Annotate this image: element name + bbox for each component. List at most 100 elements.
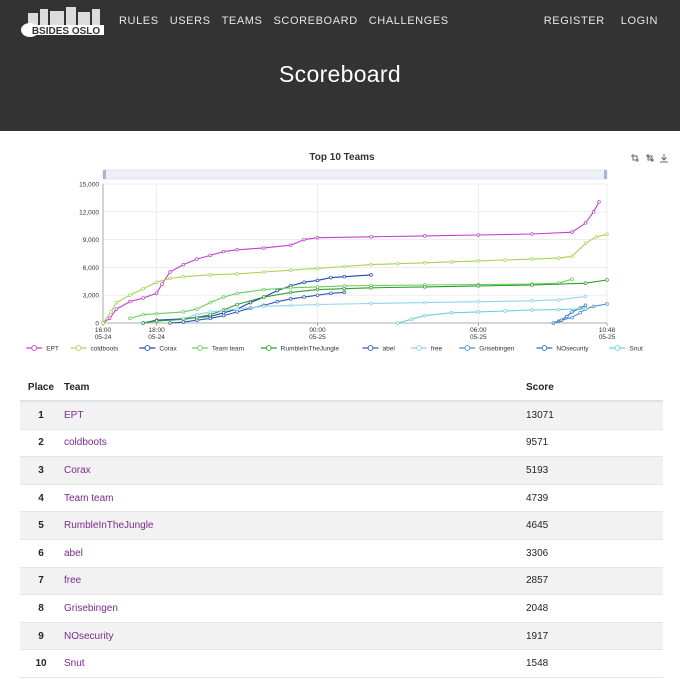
nav-login[interactable]: LOGIN [621, 15, 658, 27]
team-link[interactable]: NOsecurity [64, 631, 113, 642]
legend-marker [75, 345, 82, 351]
table-row: 6 abel 3306 [20, 540, 663, 568]
place-cell: 9 [38, 630, 44, 642]
header: BSIDES OSLO RULES USERS TEAMS SCOREBOARD… [0, 0, 680, 131]
data-point [570, 315, 574, 320]
data-point [605, 232, 609, 237]
data-point [141, 312, 145, 317]
bsides-logo[interactable]: BSIDES OSLO [20, 3, 108, 43]
data-point [302, 237, 306, 242]
nav-challenges[interactable]: CHALLENGES [369, 15, 449, 27]
score-cell: 4645 [526, 520, 549, 532]
data-point [597, 200, 601, 204]
data-point [235, 291, 239, 296]
legend-label: EPT [46, 345, 59, 352]
y-tick-label: 6,000 [83, 265, 100, 272]
table-row: 3 Corax 5193 [20, 457, 663, 485]
series-line [183, 295, 586, 319]
data-point [476, 299, 481, 304]
data-point [476, 259, 481, 263]
zoom-icon[interactable] [630, 153, 640, 163]
nav-users[interactable]: USERS [170, 15, 211, 27]
data-point [342, 290, 347, 295]
download-icon[interactable] [659, 153, 669, 163]
x-tick-label: 06:00 [470, 327, 487, 334]
team-link[interactable]: EPT [64, 410, 83, 421]
chart-svg: Top 10 Teams03,0006,0009,00012,00015,000… [26, 152, 643, 352]
zoom-reset-icon[interactable] [645, 153, 655, 163]
team-link[interactable]: Corax [64, 465, 91, 476]
data-point [168, 321, 172, 325]
scoreboard-table: Place Team Score 1 EPT 13071 2 coldboots… [20, 374, 663, 678]
team-link[interactable]: RumbleInTheJungle [64, 520, 154, 531]
data-point [262, 246, 266, 250]
data-point [195, 318, 199, 322]
data-point [342, 264, 347, 269]
data-point [422, 313, 427, 318]
score-chart: Top 10 Teams 0 3,000 6,000 9,000 12,000 15,000… [0, 131, 680, 371]
data-point [141, 296, 145, 300]
x-tick-label: 05-25 [599, 334, 616, 341]
data-point [583, 306, 588, 311]
y-tick-label: 12,000 [79, 209, 99, 216]
data-point [208, 310, 212, 314]
data-point [396, 321, 400, 325]
nav-scoreboard[interactable]: SCOREBOARD [274, 15, 358, 27]
data-point [503, 309, 507, 313]
data-point [141, 321, 145, 325]
data-point [221, 295, 226, 299]
data-point [530, 232, 534, 236]
place-cell: 8 [38, 602, 44, 614]
score-cell: 3306 [526, 547, 549, 559]
data-point [288, 268, 293, 272]
data-point [128, 299, 132, 304]
data-point [315, 235, 320, 240]
data-point [315, 302, 320, 307]
data-point [262, 304, 266, 309]
legend-label: free [431, 345, 443, 352]
x-tick-label: 16:00 [95, 327, 112, 334]
data-point [195, 257, 199, 261]
data-point [570, 277, 574, 281]
table-row: 8 Grisebingen 2048 [20, 595, 663, 623]
team-link[interactable]: Snut [64, 658, 85, 669]
data-point [422, 300, 427, 305]
data-point [181, 316, 186, 321]
nav-teams[interactable]: TEAMS [222, 15, 263, 27]
data-point [530, 283, 534, 287]
x-tick-label: 05-25 [309, 334, 326, 341]
x-tick-label: 10:48 [599, 327, 616, 334]
table-row: 1 EPT 13071 [20, 402, 663, 430]
team-link[interactable]: Grisebingen [64, 603, 118, 614]
data-point [565, 314, 569, 319]
data-point [235, 248, 239, 252]
data-point [559, 318, 564, 322]
table-row: 10 Snut 1548 [20, 650, 663, 678]
data-point [369, 301, 373, 306]
team-link[interactable]: Team team [64, 493, 113, 504]
data-point [342, 286, 347, 291]
team-link[interactable]: coldboots [64, 437, 107, 448]
data-point [221, 313, 226, 318]
score-cell: 9571 [526, 437, 549, 449]
legend-marker [464, 345, 471, 351]
nav-rules[interactable]: RULES [119, 15, 159, 27]
data-point [605, 302, 609, 306]
data-point [530, 257, 534, 261]
legend-label: coldboots [91, 345, 120, 352]
header-team: Team [64, 381, 90, 393]
data-point [530, 299, 534, 303]
data-point [476, 233, 481, 237]
team-link[interactable]: free [64, 575, 81, 586]
table-row: 5 RumbleInTheJungle 4645 [20, 512, 663, 540]
data-point [422, 234, 427, 238]
place-cell: 1 [38, 409, 44, 421]
data-point [578, 311, 582, 315]
data-point [160, 282, 164, 286]
nav-register[interactable]: REGISTER [544, 15, 605, 27]
data-point [181, 262, 186, 267]
team-link[interactable]: abel [64, 548, 83, 559]
legend-label: Team team [212, 345, 244, 352]
data-point [329, 291, 333, 296]
data-point [168, 270, 172, 274]
